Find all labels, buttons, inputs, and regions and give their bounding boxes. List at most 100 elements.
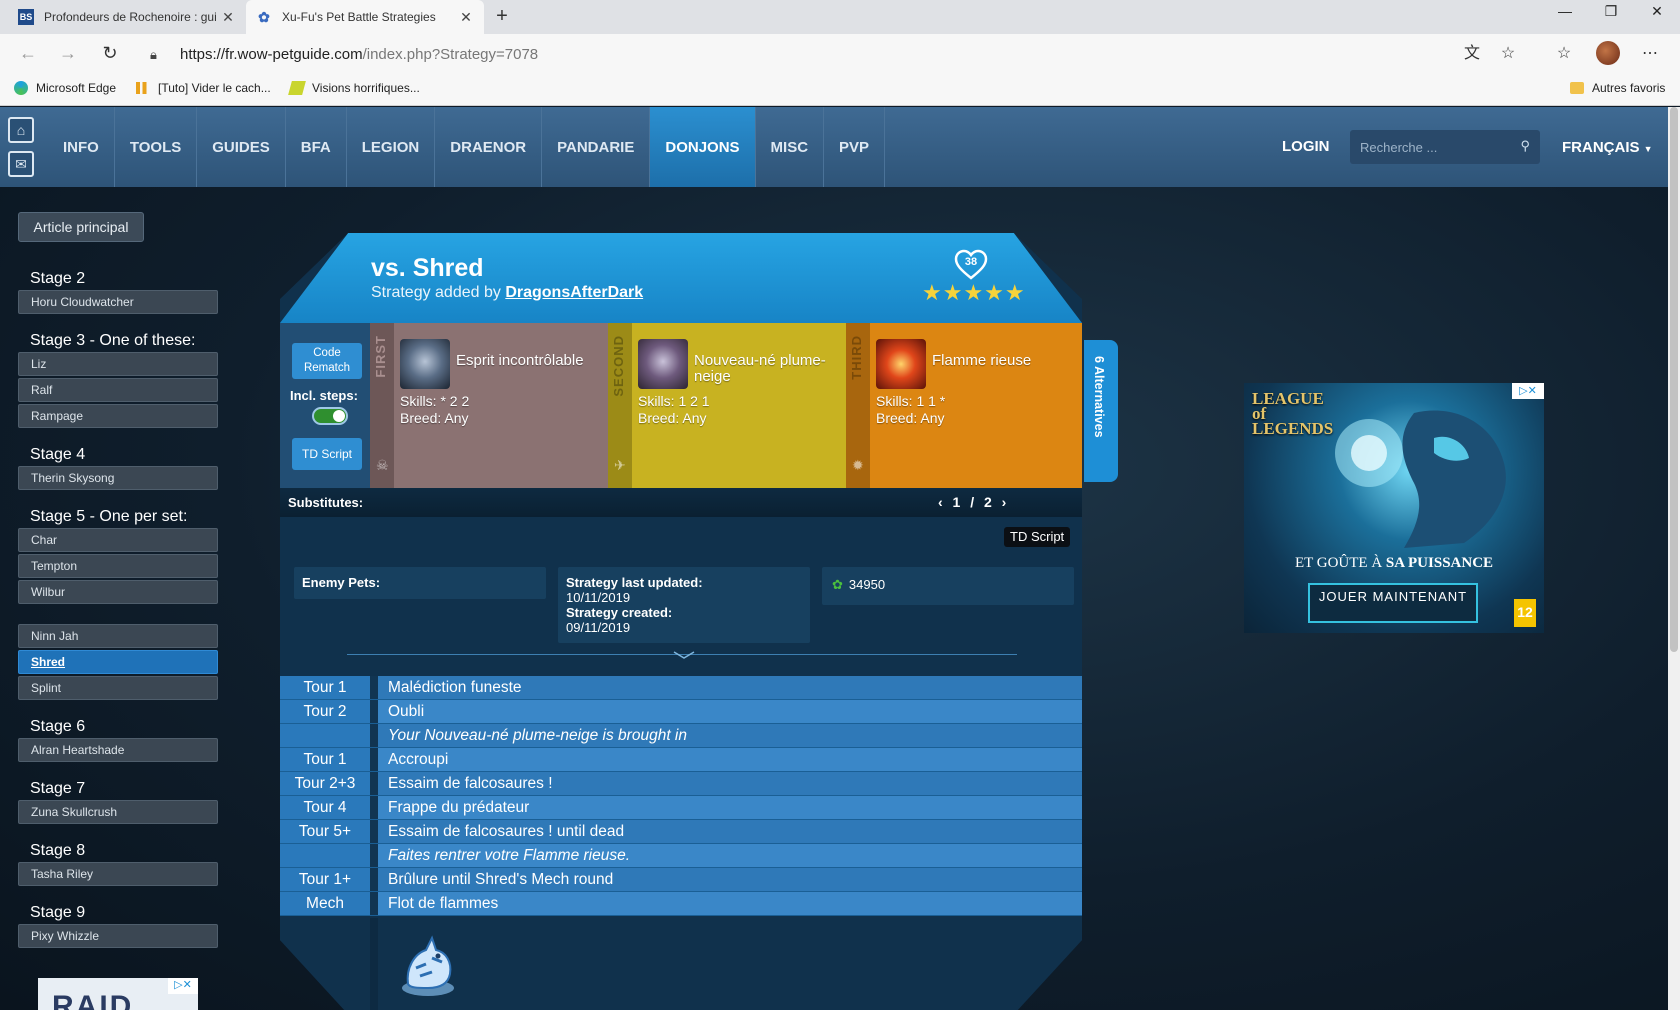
bookmark-icon [288,81,306,95]
npc-horu-cloudwatcher[interactable]: Horu Cloudwatcher [18,290,218,314]
pet-slot-second[interactable]: SECOND ✈ Nouveau-né plume-neige Skills: … [608,323,846,488]
other-favorites[interactable]: Autres favoris [1570,81,1665,95]
maximize-button[interactable]: ❐ [1588,0,1634,34]
npc-ralf[interactable]: Ralf [18,378,218,402]
rating-stars[interactable]: ★★★★★ [922,280,1026,306]
search-input[interactable]: Recherche ... ⚲ [1350,130,1540,164]
favorites-list-icon[interactable]: ☆ [1550,40,1578,68]
strategy-byline: Strategy added by DragonsAfterDark [371,284,643,302]
author-link[interactable]: DragonsAfterDark [505,284,643,301]
npc-splint[interactable]: Splint [18,676,218,700]
menu-pandarie[interactable]: PANDARIE [542,107,651,187]
npc-alran-heartshade[interactable]: Alran Heartshade [18,738,218,762]
minimize-button[interactable]: — [1542,0,1588,34]
like-button[interactable]: 38 [953,249,989,281]
profile-avatar[interactable] [1596,41,1620,65]
language-selector[interactable]: FRANÇAIS ▼ [1562,139,1653,156]
menu-pvp[interactable]: PVP [824,107,886,187]
npc-liz[interactable]: Liz [18,352,218,376]
bookmark-visions[interactable]: Visions horrifiques... [288,81,420,95]
pet-name[interactable]: Esprit incontrôlable [456,353,606,369]
favorite-star-icon[interactable]: ☆ [1494,40,1522,68]
search-icon[interactable]: ⚲ [1520,138,1530,154]
menu-draenor[interactable]: DRAENOR [435,107,543,187]
ad-play-now-button[interactable]: JOUER MAINTENANT [1308,583,1478,623]
td-script-button[interactable]: TD Script [292,438,362,470]
td-script-tag[interactable]: TD Script [1004,527,1071,547]
quick-links: ⌂ ✉ [8,117,36,185]
bookmark-edge[interactable]: Microsoft Edge [14,81,116,95]
chevron-down-icon[interactable] [672,650,696,660]
npc-ninn-jah[interactable]: Ninn Jah [18,624,218,648]
pet-portrait[interactable] [638,339,688,389]
close-tab-icon[interactable]: ✕ [220,9,236,26]
incl-steps-toggle[interactable] [312,407,348,425]
npc-tempton[interactable]: Tempton [18,554,218,578]
menu-bfa[interactable]: BFA [286,107,347,187]
login-link[interactable]: LOGIN [1282,138,1330,155]
mail-icon[interactable]: ✉ [8,151,34,177]
scrollbar-thumb[interactable] [1670,107,1678,652]
step-turn: Tour 1+ [280,868,370,891]
pet-slot-first[interactable]: FIRST ☠ Esprit incontrôlable Skills: * 2… [370,323,608,488]
menu-legion[interactable]: LEGION [347,107,436,187]
panel-left-strip [370,918,378,1010]
slot-label-column: FIRST ☠ [370,323,394,488]
npc-zuna-skullcrush[interactable]: Zuna Skullcrush [18,800,218,824]
adchoices-icon[interactable]: ▷✕ [1512,383,1544,399]
tab-profondeurs[interactable]: BS Profondeurs de Rochenoire : gui ✕ [8,0,246,34]
league-of-legends-ad[interactable]: LEAGUE of LEGENDS ET GOÛTE À SA PUISSANC… [1244,383,1544,633]
more-menu-icon[interactable]: ⋯ [1636,40,1664,68]
pet-skills: Skills: * 2 2 Breed: Any [400,393,469,427]
adchoices-icon[interactable]: ▷✕ [168,978,198,994]
back-arrow-icon[interactable]: ← [14,40,42,68]
tab-title: Xu-Fu's Pet Battle Strategies [282,10,436,24]
refresh-icon[interactable]: ↻ [96,40,124,68]
step-action: Oubli [378,700,1082,723]
npc-therin-skysong[interactable]: Therin Skysong [18,466,218,490]
page-scrollbar[interactable] [1668,107,1680,1010]
npc-tasha-riley[interactable]: Tasha Riley [18,862,218,886]
menu-misc[interactable]: MISC [756,107,825,187]
substitutes-label[interactable]: Substitutes: [288,495,363,510]
code-rematch-button[interactable]: Code Rematch [292,343,362,379]
npc-pixy-whizzle[interactable]: Pixy Whizzle [18,924,218,948]
close-tab-icon[interactable]: ✕ [458,9,474,26]
strategy-steps: Tour 1 Malédiction funeste Tour 2 Oubli Yo… [280,676,1082,916]
strategy-pagination[interactable]: ‹ 1 / 2 › [938,494,1006,510]
translate-icon[interactable]: 文 [1458,40,1486,68]
stage-heading: Stage 9 [30,904,86,921]
npc-rampage[interactable]: Rampage [18,404,218,428]
stage-heading: Stage 3 - One of these: [30,332,196,349]
sidebar-ad[interactable]: ▷✕ RAID [38,978,198,1010]
step-row: Tour 2+3 Essaim de falcosaures ! [280,772,1082,796]
menu-donjons[interactable]: DONJONS [650,107,756,187]
pet-portrait[interactable] [400,339,450,389]
close-window-button[interactable]: ✕ [1634,0,1680,34]
flying-icon: ✈ [614,457,626,473]
npc-wilbur[interactable]: Wilbur [18,580,218,604]
forward-arrow-icon[interactable]: → [54,40,82,68]
team-controls: Code Rematch Incl. steps: TD Script [280,323,370,488]
menu-guides[interactable]: GUIDES [197,107,286,187]
bookmark-tuto[interactable]: [Tuto] Vider le cach... [136,81,271,95]
pet-name[interactable]: Flamme rieuse [932,353,1082,369]
new-tab-button[interactable]: + [490,5,514,29]
url-field[interactable]: 🔒︎ https://fr.wow-petguide.com/index.php… [150,39,1540,69]
npc-shred[interactable]: Shred [18,650,218,674]
pet-name[interactable]: Nouveau-né plume-neige [694,353,844,385]
created-label: Strategy created: [566,605,673,620]
alternatives-tab[interactable]: 6 Alternatives [1084,340,1118,482]
pet-slot-third[interactable]: THIRD ✹ Flamme rieuse Skills: 1 1 * Bree… [846,323,1082,488]
step-action: Flot de flammes [378,892,1082,915]
ad-slogan: ET GOÛTE À SA PUISSANCE [1244,555,1544,572]
npc-char[interactable]: Char [18,528,218,552]
pet-portrait[interactable] [876,339,926,389]
tab-xufu[interactable]: ✿ Xu-Fu's Pet Battle Strategies ✕ [246,0,484,34]
menu-info[interactable]: INFO [48,107,115,187]
home-icon[interactable]: ⌂ [8,117,34,143]
main-article-button[interactable]: Article principal [18,212,144,242]
menu-tools[interactable]: TOOLS [115,107,198,187]
step-turn: Tour 1 [280,676,370,699]
step-turn: Tour 4 [280,796,370,819]
